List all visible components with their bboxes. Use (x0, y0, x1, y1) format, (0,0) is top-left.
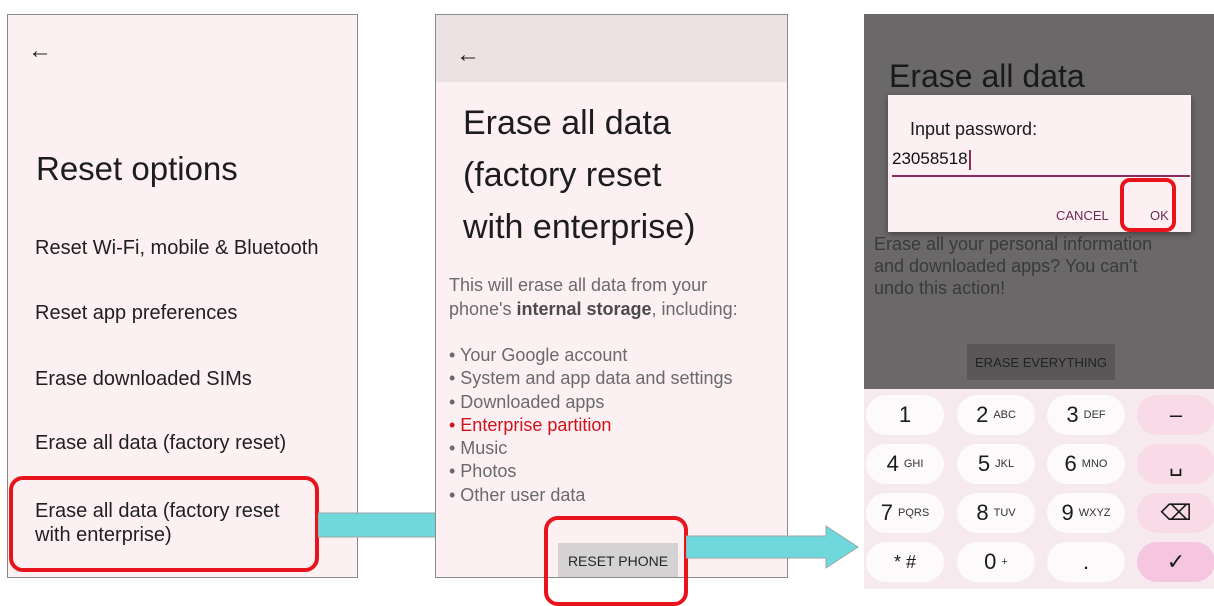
desc-post: , including: (651, 299, 738, 319)
description-line1: This will erase all data from your (449, 275, 708, 295)
erase-everything-button[interactable]: ERASE EVERYTHING (967, 344, 1115, 380)
key-space[interactable]: ␣ (1137, 444, 1214, 484)
list-item: • Photos (449, 461, 517, 482)
flow-arrow-right-icon (686, 525, 859, 569)
cancel-button[interactable]: CANCEL (1056, 208, 1109, 223)
key-label: 1 (898, 402, 912, 427)
text-cursor (968, 149, 971, 170)
key-7[interactable]: 7 PQRS (866, 493, 944, 533)
list-item: • Your Google account (449, 345, 628, 365)
list-item: • System and app data and settings (449, 368, 733, 389)
menu-item-reset-network[interactable]: Reset Wi-Fi, mobile & Bluetooth (35, 237, 318, 260)
erase-confirm-screen: Erase all data Erase all your personal i… (864, 14, 1214, 589)
key-sublabel: PQRS (898, 507, 930, 519)
description: This will erase all data from your phone… (449, 273, 784, 321)
top-app-bar (436, 15, 787, 82)
list-item: • Music (449, 438, 508, 459)
key-4[interactable]: 4 GHI (866, 444, 944, 484)
key-label: 2 (976, 402, 989, 427)
desc-bold: internal storage (516, 299, 652, 319)
page-title: Reset options (36, 150, 238, 187)
description-line2: and downloaded apps? You can't (874, 256, 1138, 276)
key-sublabel: JKL (995, 458, 1015, 470)
erase-enterprise-screen: ← Erase all data (factory reset with ent… (435, 14, 788, 578)
key-sublabel: ABC (993, 409, 1016, 421)
dialog-title: Input password: (910, 119, 1038, 139)
key-1[interactable]: 1 (866, 395, 944, 435)
key-sublabel: WXYZ (1078, 507, 1111, 519)
numeric-keypad: 1 2 ABC 3 DEF – 4 GHI 5 JKL 6 MNO ␣ 7 PQRS 8 TU… (864, 389, 1214, 589)
list-item: • Other user data (449, 484, 586, 505)
key-3[interactable]: 3 DEF (1047, 395, 1125, 435)
key-5[interactable]: 5 JKL (957, 444, 1035, 484)
key-label: 8 (976, 500, 989, 525)
description: Erase all your personal information and … (874, 233, 1204, 299)
menu-item-reset-app-preferences[interactable]: Reset app preferences (35, 302, 237, 325)
password-value: 23058518 (892, 149, 968, 168)
key-label: . (1082, 549, 1090, 574)
list-item-enterprise: • Enterprise partition (449, 414, 612, 435)
key-label: 0 (984, 549, 997, 574)
key-0[interactable]: 0 + (957, 542, 1035, 582)
checkmark-icon: ✓ (1166, 549, 1186, 574)
menu-item-erase-sims[interactable]: Erase downloaded SIMs (35, 368, 252, 391)
desc-pre: phone's (449, 299, 517, 319)
back-arrow-icon[interactable]: ← (456, 43, 480, 67)
key-sublabel: + (1001, 556, 1008, 568)
key-label: 7 (880, 500, 894, 525)
description-line2: phone's internal storage, including: (449, 297, 784, 321)
key-9[interactable]: 9 WXYZ (1047, 493, 1125, 533)
key-8[interactable]: 8 TUV (957, 493, 1035, 533)
key-minus[interactable]: – (1137, 395, 1214, 435)
highlight-box-reset-button (544, 516, 688, 606)
minus-icon: – (1169, 402, 1183, 427)
key-label: 4 (886, 451, 899, 476)
highlight-box-enterprise-item (9, 476, 319, 572)
backspace-icon: ⌫ (1160, 500, 1192, 525)
password-input[interactable]: 23058518 (892, 149, 1190, 177)
key-period[interactable]: . (1047, 542, 1125, 582)
page-title: Erase all data (factory reset with enter… (463, 97, 783, 253)
key-label: 6 (1064, 451, 1077, 476)
menu-item-erase-all-data[interactable]: Erase all data (factory reset) (35, 432, 286, 455)
description-line3: undo this action! (874, 278, 1006, 298)
title-line: Erase all data (463, 104, 671, 142)
key-6[interactable]: 6 MNO (1047, 444, 1125, 484)
back-arrow-icon[interactable]: ← (28, 39, 52, 63)
page-title: Erase all data (889, 58, 1085, 94)
highlight-box-ok-button (1120, 178, 1176, 232)
key-label: 5 (977, 451, 991, 476)
key-label: 3 (1066, 402, 1079, 427)
key-sublabel: TUV (993, 507, 1016, 519)
key-label: 9 (1061, 500, 1074, 525)
title-line: (factory reset (463, 156, 662, 194)
key-sublabel: GHI (903, 458, 924, 470)
key-backspace[interactable]: ⌫ (1137, 493, 1214, 533)
title-line: with enterprise) (463, 208, 696, 246)
key-2[interactable]: 2 ABC (957, 395, 1035, 435)
erase-items-list: • Your Google account • System and app d… (449, 344, 732, 507)
description-line1: Erase all your personal information (874, 234, 1153, 254)
key-star-hash[interactable]: * # (866, 542, 944, 582)
key-label: * # (893, 551, 917, 572)
key-sublabel: DEF (1083, 409, 1106, 421)
key-sublabel: MNO (1081, 458, 1108, 470)
space-icon: ␣ (1169, 451, 1183, 476)
list-item: • Downloaded apps (449, 391, 605, 412)
key-done[interactable]: ✓ (1137, 542, 1214, 582)
